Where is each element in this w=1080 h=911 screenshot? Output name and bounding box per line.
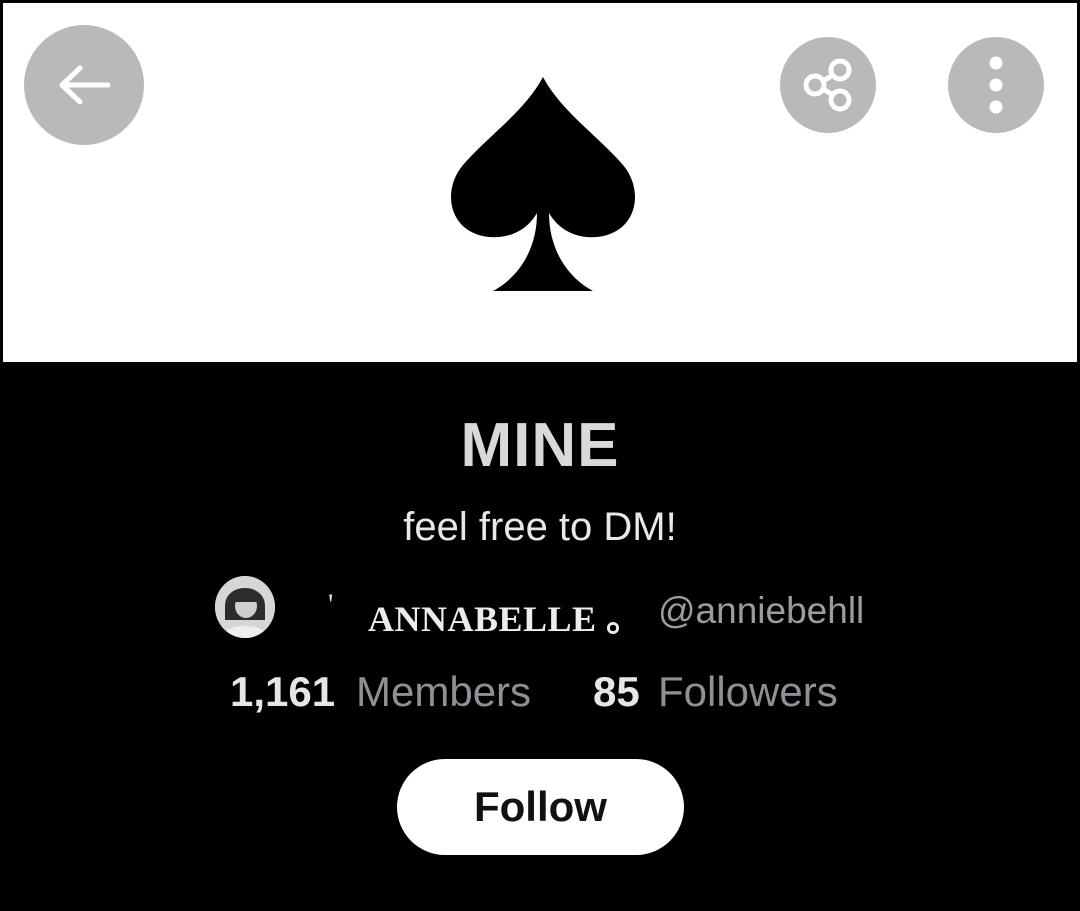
spade-icon [450, 77, 636, 291]
members-label: Members [356, 668, 532, 715]
owner-name-prefix: ' [328, 588, 334, 621]
community-name: MINE [460, 411, 620, 480]
community-stats: 1,161 Members 85 Followers [0, 668, 1080, 728]
owner-handle[interactable]: @anniebehll [658, 590, 864, 632]
community-tagline: feel free to DM! [403, 505, 677, 549]
owner-row[interactable]: ' ANNABELLE 。 @anniebehll [0, 576, 1080, 642]
members-count: 1,161 [230, 668, 336, 715]
arrow-left-icon [59, 65, 111, 105]
owner-display-name[interactable]: ANNABELLE 。 [368, 590, 643, 642]
share-button[interactable] [780, 37, 876, 133]
share-icon [803, 58, 852, 112]
avatar[interactable] [215, 576, 275, 638]
avatar-image [215, 576, 275, 638]
followers-label: Followers [658, 668, 838, 715]
community-banner [0, 0, 1080, 362]
followers-count: 85 [593, 668, 640, 715]
community-profile-page: MINE feel free to DM! ' ANNABELLE 。 @ann… [0, 0, 1080, 911]
back-button[interactable] [24, 25, 144, 145]
follow-button[interactable]: Follow [397, 759, 684, 855]
more-vertical-icon [989, 56, 1003, 114]
more-options-button[interactable] [948, 37, 1044, 133]
